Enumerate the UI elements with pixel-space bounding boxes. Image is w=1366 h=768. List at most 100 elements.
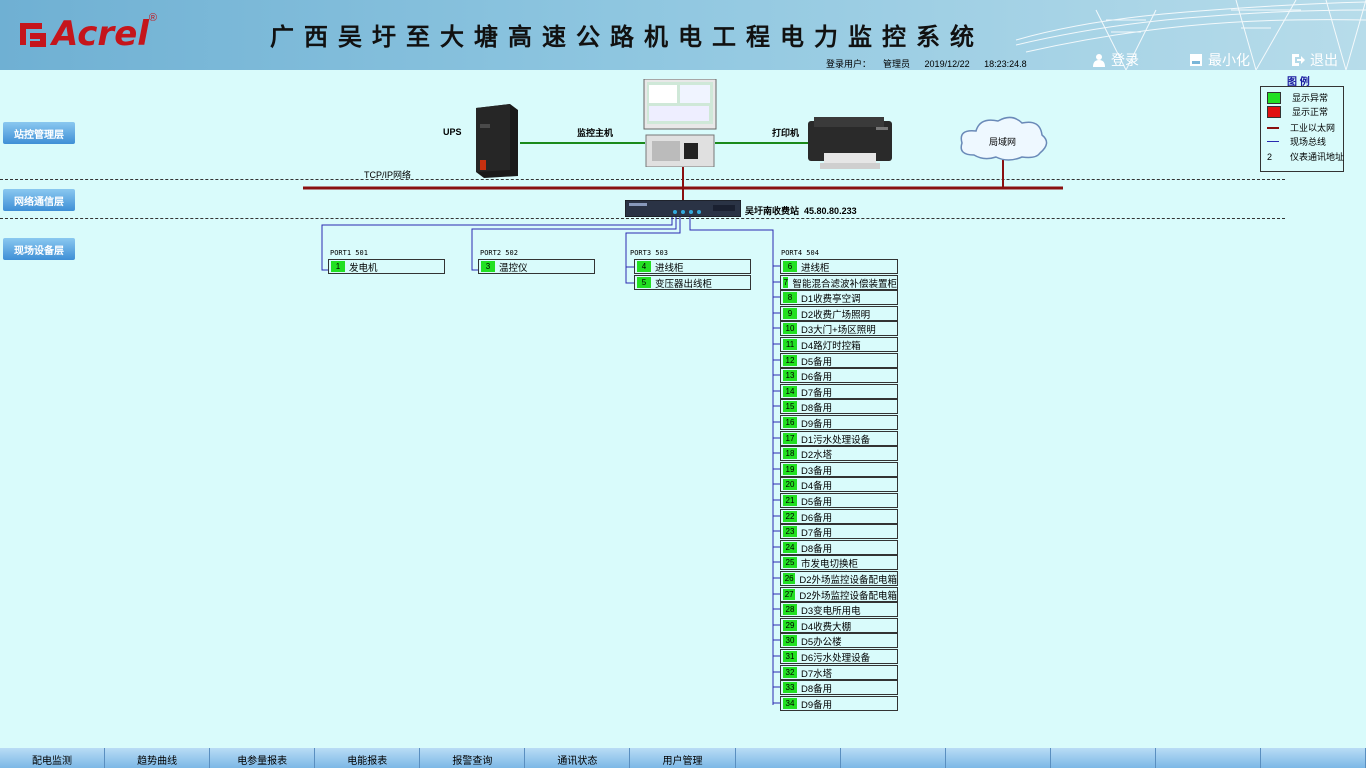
device-address-badge: 23 — [783, 526, 797, 537]
device-row[interactable]: 15 D8备用 — [780, 399, 898, 414]
device-row[interactable]: 10 D3大门+场区照明 — [780, 321, 898, 336]
device-address-badge: 9 — [783, 308, 797, 319]
device-name: D4路灯时控箱 — [801, 340, 861, 352]
device-row[interactable]: 21 D5备用 — [780, 493, 898, 508]
device-address-badge: 14 — [783, 386, 797, 397]
monitor-host-icon[interactable] — [640, 79, 720, 167]
device-name: D8备用 — [801, 543, 833, 555]
device-address-badge: 26 — [783, 573, 796, 584]
device-row[interactable]: 16 D9备用 — [780, 415, 898, 430]
device-address-badge: 3 — [481, 261, 495, 272]
device-row[interactable]: 1 发电机 — [328, 259, 445, 274]
device-name: D4收费大棚 — [801, 621, 852, 633]
device-row[interactable]: 28 D3变电所用电 — [780, 602, 898, 617]
device-row[interactable]: 18 D2水塔 — [780, 446, 898, 461]
nav-item[interactable] — [1261, 748, 1366, 768]
device-row[interactable]: 17 D1污水处理设备 — [780, 431, 898, 446]
device-name: D3变电所用电 — [801, 605, 861, 617]
device-row[interactable]: 8 D1收费亭空调 — [780, 290, 898, 305]
nav-item[interactable] — [841, 748, 946, 768]
ups-icon[interactable] — [470, 104, 520, 178]
device-row[interactable]: 22 D6备用 — [780, 509, 898, 524]
device-address-badge: 20 — [783, 479, 797, 490]
device-row[interactable]: 13 D6备用 — [780, 368, 898, 383]
device-name: D3大门+场区照明 — [801, 324, 876, 336]
device-name: D7备用 — [801, 527, 833, 539]
device-row[interactable]: 25 市发电切换柜 — [780, 555, 898, 570]
device-address-badge: 33 — [783, 682, 797, 693]
nav-item[interactable] — [1051, 748, 1156, 768]
device-row[interactable]: 31 D6污水处理设备 — [780, 649, 898, 664]
device-name: D7备用 — [801, 387, 833, 399]
device-address-badge: 31 — [783, 651, 797, 662]
lan-label: 局域网 — [989, 137, 1017, 147]
device-name: 市发电切换柜 — [801, 558, 859, 570]
device-row[interactable]: 3 温控仪 — [478, 259, 595, 274]
nav-item[interactable] — [1156, 748, 1261, 768]
nav-item[interactable]: 报警查询 — [420, 748, 526, 768]
device-name: D7水塔 — [801, 668, 833, 680]
device-row[interactable]: 32 D7水塔 — [780, 665, 898, 680]
device-name: D1污水处理设备 — [801, 434, 871, 446]
device-name: D2收费广场照明 — [801, 309, 871, 321]
device-name: D6污水处理设备 — [801, 652, 871, 664]
nav-item[interactable] — [736, 748, 841, 768]
port2-label: PORT2 502 — [480, 249, 518, 257]
bottom-nav-bar: 配电监测 趋势曲线 电参量报表 电能报表 报警查询 通讯状态 用户管理 — [0, 748, 1366, 768]
port4-label: PORT4 504 — [781, 249, 819, 257]
device-address-badge: 29 — [783, 620, 797, 631]
device-row[interactable]: 34 D9备用 — [780, 696, 898, 711]
nav-item[interactable] — [946, 748, 1051, 768]
device-row[interactable]: 23 D7备用 — [780, 524, 898, 539]
device-row[interactable]: 30 D5办公楼 — [780, 633, 898, 648]
device-address-badge: 22 — [783, 511, 797, 522]
device-address-badge: 10 — [783, 323, 797, 334]
tcpip-label: TCP/IP网络 — [364, 170, 412, 180]
device-address-badge: 25 — [783, 557, 797, 568]
device-address-badge: 4 — [637, 261, 651, 272]
device-address-badge: 34 — [783, 698, 797, 709]
printer-icon[interactable] — [806, 113, 896, 171]
nav-item[interactable]: 配电监测 — [0, 748, 106, 768]
device-address-badge: 30 — [783, 635, 797, 646]
device-row[interactable]: 20 D4备用 — [780, 477, 898, 492]
device-row[interactable]: 5 变压器出线柜 — [634, 275, 751, 290]
station-ip: 45.80.80.233 — [804, 206, 857, 216]
device-row[interactable]: 14 D7备用 — [780, 384, 898, 399]
device-address-badge: 28 — [783, 604, 797, 615]
device-address-badge: 24 — [783, 542, 797, 553]
network-switch-icon[interactable] — [625, 200, 741, 217]
device-row[interactable]: 11 D4路灯时控箱 — [780, 337, 898, 352]
device-row[interactable]: 9 D2收费广场照明 — [780, 306, 898, 321]
device-row[interactable]: 29 D4收费大棚 — [780, 618, 898, 633]
station-name: 吴圩南收费站 — [745, 206, 800, 216]
device-row[interactable]: 24 D8备用 — [780, 540, 898, 555]
device-row[interactable]: 27 D2外场监控设备配电箱 — [780, 587, 898, 602]
device-row[interactable]: 26 D2外场监控设备配电箱 — [780, 571, 898, 586]
device-row[interactable]: 12 D5备用 — [780, 353, 898, 368]
nav-item[interactable]: 用户管理 — [630, 748, 736, 768]
ups-label: UPS — [443, 127, 462, 137]
device-row[interactable]: 7 智能混合滤波补偿装置柜 — [780, 275, 898, 290]
device-row[interactable]: 33 D8备用 — [780, 680, 898, 695]
device-address-badge: 19 — [783, 464, 797, 475]
device-name: 进线柜 — [801, 262, 830, 274]
device-address-badge: 15 — [783, 401, 797, 412]
device-address-badge: 18 — [783, 448, 797, 459]
nav-item[interactable]: 通讯状态 — [525, 748, 631, 768]
nav-item[interactable]: 电参量报表 — [210, 748, 316, 768]
device-address-badge: 11 — [783, 339, 797, 350]
device-address-badge: 1 — [331, 261, 345, 272]
device-name: 温控仪 — [499, 262, 528, 274]
nav-item[interactable]: 趋势曲线 — [105, 748, 211, 768]
device-address-badge: 6 — [783, 261, 797, 272]
device-name: 变压器出线柜 — [655, 278, 713, 290]
port1-label: PORT1 501 — [330, 249, 368, 257]
host-label: 监控主机 — [577, 128, 614, 138]
device-row[interactable]: 4 进线柜 — [634, 259, 751, 274]
device-name: D2水塔 — [801, 449, 833, 461]
nav-item[interactable]: 电能报表 — [315, 748, 421, 768]
device-address-badge: 32 — [783, 667, 797, 678]
device-row[interactable]: 19 D3备用 — [780, 462, 898, 477]
device-row[interactable]: 6 进线柜 — [780, 259, 898, 274]
